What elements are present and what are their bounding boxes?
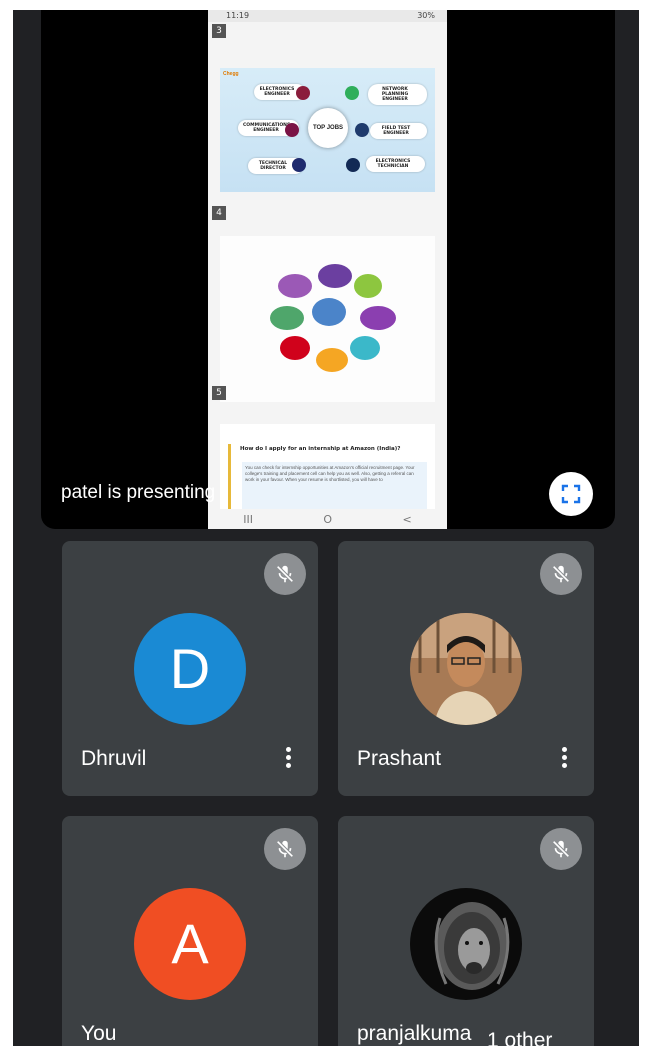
participant-name: You — [81, 1022, 117, 1045]
participant-tile[interactable]: pranjalkuma — [338, 816, 594, 1046]
wheel-petal — [350, 336, 380, 360]
job-dot — [355, 123, 369, 137]
phone-status-bar: 11:19 30% — [208, 10, 447, 22]
job-dot — [285, 123, 299, 137]
more-icon-dot — [285, 762, 291, 768]
avatar-photo — [410, 888, 522, 1000]
mic-off-icon — [552, 565, 570, 583]
job-label: FIELD TEST ENGINEER — [370, 123, 427, 139]
wheel-petal — [354, 274, 382, 298]
page-number: 5 — [212, 386, 226, 400]
fullscreen-icon — [561, 484, 581, 504]
participant-name: pranjalkuma — [357, 1022, 472, 1045]
avatar-photo — [410, 613, 522, 725]
mic-off-indicator — [264, 553, 306, 595]
slide-body: You can check for internship opportuniti… — [242, 462, 427, 512]
job-dot — [296, 86, 310, 100]
slide-hub-label: TOP JOBS — [312, 124, 344, 131]
avatar: A — [134, 888, 246, 1000]
phone-nav-bar: III O < — [208, 509, 447, 529]
slide-top-jobs: Chegg TOP JOBS ELECTRONICS ENGINEER NETW… — [220, 68, 435, 192]
wheel-center — [312, 298, 346, 326]
person-photo-icon — [410, 613, 522, 725]
more-icon-dot — [561, 754, 567, 760]
wheel-petal — [360, 306, 396, 330]
wheel-petal — [280, 336, 310, 360]
more-icon-dot — [561, 746, 567, 752]
avatar: D — [134, 613, 246, 725]
presentation-area[interactable]: 11:19 30% 3 Chegg TOP JOBS ELECTRONICS E… — [41, 10, 615, 529]
wheel-petal — [278, 274, 312, 298]
more-options-button[interactable] — [552, 741, 576, 773]
participant-tile[interactable]: Prashant — [338, 541, 594, 796]
page-number: 3 — [212, 24, 226, 38]
recents-nav: III — [243, 512, 253, 526]
participant-name: Prashant — [357, 747, 442, 770]
more-icon-dot — [285, 754, 291, 760]
job-label: NETWORK PLANNING ENGINEER — [368, 84, 427, 105]
wheel-petal — [316, 348, 348, 372]
job-dot — [292, 158, 306, 172]
slide-career-wheel — [220, 236, 435, 402]
home-nav: O — [323, 512, 333, 526]
participant-name: Dhruvil — [81, 747, 147, 770]
job-label: ELECTRONICS TECHNICIAN — [366, 156, 425, 172]
page-number: 4 — [212, 206, 226, 220]
slide-title: How do I apply for an internship at Amaz… — [240, 446, 401, 452]
job-dot — [345, 86, 359, 100]
mic-off-indicator — [540, 828, 582, 870]
slide-accent-bar — [228, 444, 231, 514]
job-dot — [346, 158, 360, 172]
more-icon-dot — [561, 762, 567, 768]
phone-battery: 30% — [417, 11, 435, 20]
mic-off-icon — [552, 840, 570, 858]
more-options-button[interactable] — [276, 741, 300, 773]
more-icon-dot — [285, 746, 291, 752]
presenting-label: patel is presenting — [61, 482, 216, 503]
slide-logo: Chegg — [223, 71, 239, 77]
slide-amazon-internship: How do I apply for an internship at Amaz… — [220, 424, 435, 519]
mic-off-indicator — [264, 828, 306, 870]
mic-off-icon — [276, 565, 294, 583]
mic-off-icon — [276, 840, 294, 858]
back-nav: < — [402, 512, 412, 526]
fullscreen-button[interactable] — [549, 472, 593, 516]
participant-tile-self[interactable]: A You — [62, 816, 318, 1046]
phone-clock: 11:19 — [226, 11, 250, 20]
mic-off-indicator — [540, 553, 582, 595]
other-participants-chip[interactable]: 1 other — [473, 1020, 567, 1046]
slide-hub: TOP JOBS — [308, 108, 348, 148]
shared-screen: 11:19 30% 3 Chegg TOP JOBS ELECTRONICS E… — [208, 10, 447, 529]
wheel-petal — [270, 306, 304, 330]
meet-app: 11:19 30% 3 Chegg TOP JOBS ELECTRONICS E… — [13, 10, 639, 1046]
lion-photo-icon — [410, 888, 522, 1000]
participant-tile[interactable]: D Dhruvil — [62, 541, 318, 796]
wheel-petal — [318, 264, 352, 288]
